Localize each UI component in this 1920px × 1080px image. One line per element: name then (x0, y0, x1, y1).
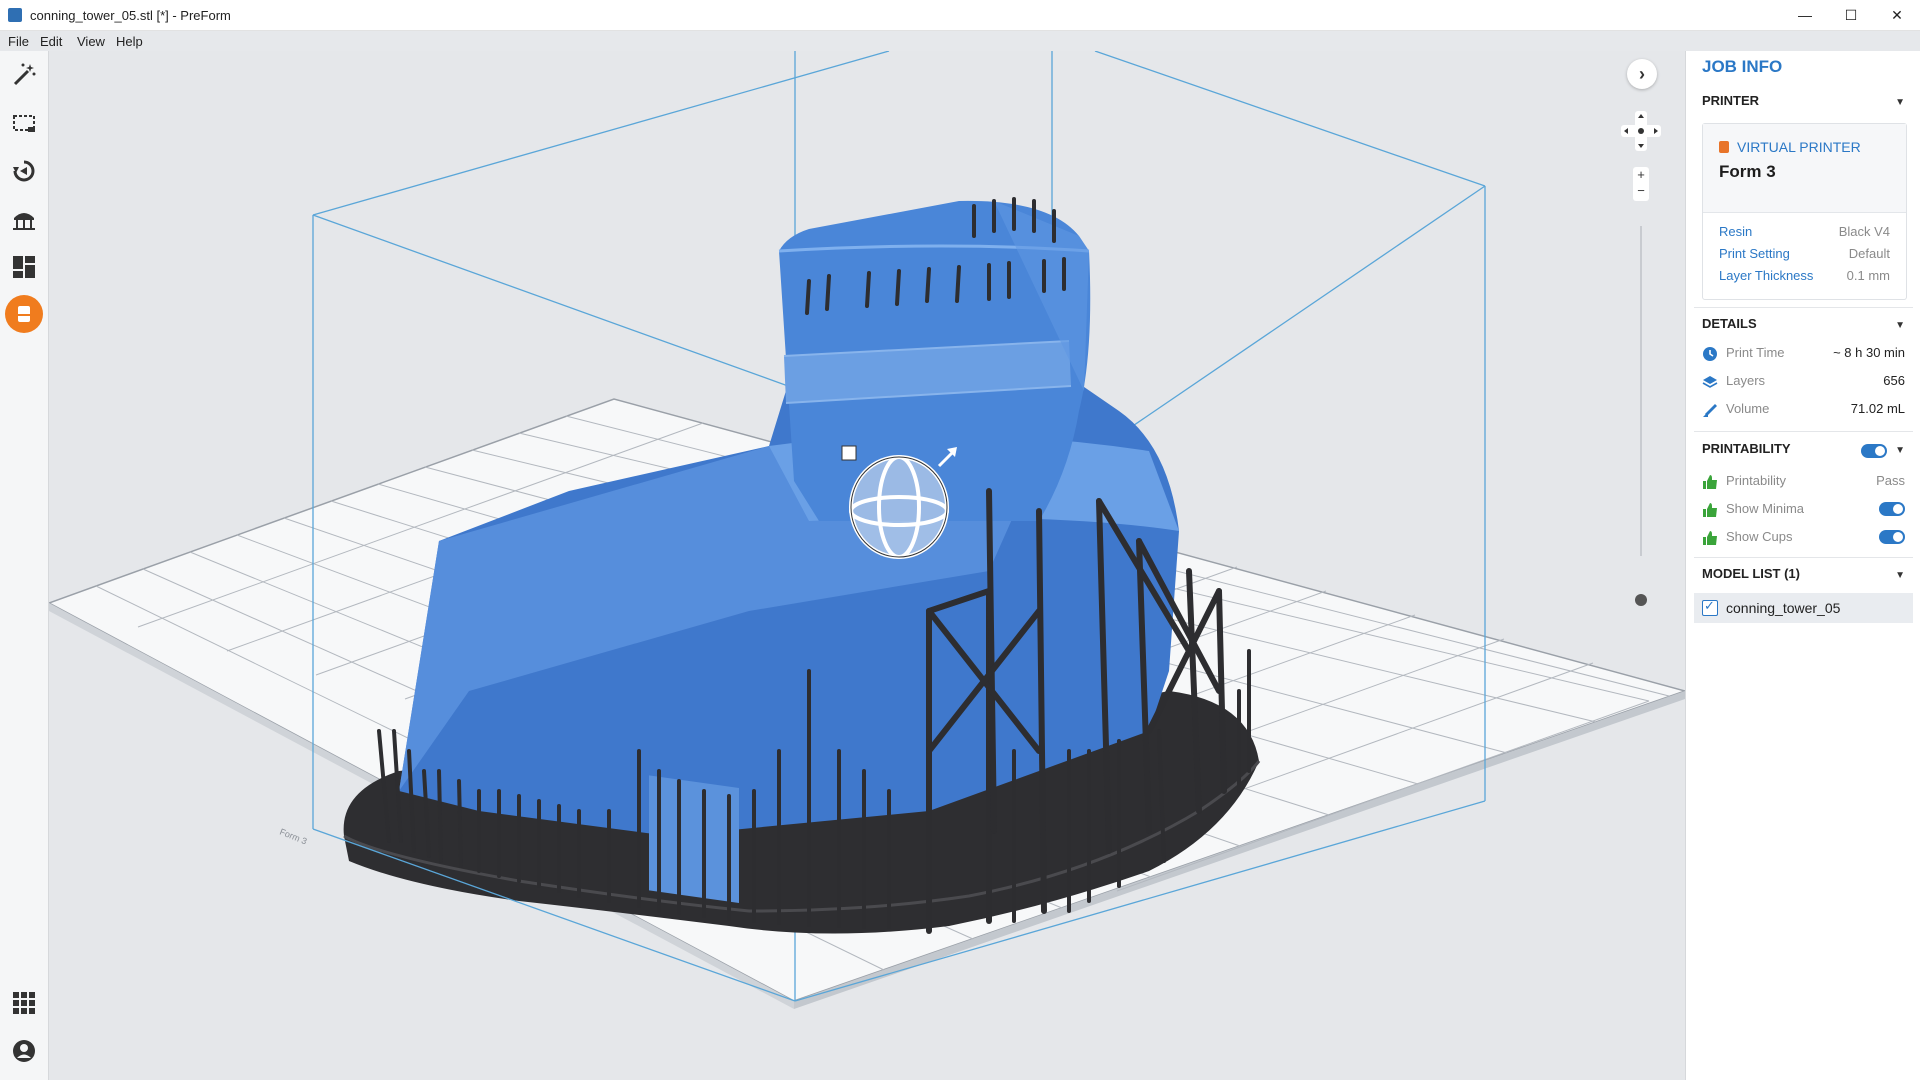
virtual-printer-icon (1719, 141, 1729, 153)
layout-icon[interactable] (8, 251, 40, 283)
magic-wand-icon[interactable] (8, 59, 40, 91)
layer-slider-handle[interactable] (1635, 594, 1647, 606)
left-toolbar (0, 51, 49, 1080)
select-icon[interactable] (8, 107, 40, 139)
model-list-section-header[interactable]: MODEL LIST (1) (1702, 566, 1800, 581)
volume-icon (1703, 404, 1717, 417)
show-cups-row: Show Cups (1702, 529, 1905, 547)
model-item-label: conning_tower_05 (1726, 600, 1841, 616)
zoom-control[interactable]: + − (1633, 167, 1649, 201)
print-setting-label: Print Setting (1719, 246, 1790, 261)
menu-file[interactable]: File (8, 34, 29, 49)
resin-label: Resin (1719, 224, 1753, 239)
maximize-button[interactable]: ☐ (1828, 0, 1874, 30)
panel-title: JOB INFO (1702, 57, 1783, 76)
minimize-button[interactable]: — (1782, 0, 1828, 30)
account-icon[interactable] (8, 1035, 40, 1067)
volume-row: Volume 71.02 mL (1702, 401, 1905, 419)
details-caret-icon[interactable]: ▼ (1895, 320, 1905, 331)
divider (1694, 557, 1913, 558)
menu-bar: File Edit View Help (0, 31, 160, 51)
printability-label: Printability (1726, 473, 1786, 488)
show-cups-toggle[interactable] (1879, 530, 1905, 544)
resin-row: Resin Black V4 (1719, 224, 1890, 239)
divider (1694, 431, 1913, 432)
divider (1694, 307, 1913, 308)
clock-icon (1703, 347, 1717, 361)
volume-value: 71.02 mL (1850, 401, 1905, 416)
3d-viewport[interactable]: Form 3 › + − (49, 51, 1685, 1080)
layers-value: 656 (1883, 373, 1905, 388)
printer-model: Form 3 (1719, 162, 1776, 181)
print-time-label: Print Time (1726, 345, 1785, 360)
model-list-caret-icon[interactable]: ▼ (1895, 570, 1905, 581)
pan-control[interactable] (1621, 111, 1661, 151)
printer-card[interactable]: VIRTUAL PRINTER Form 3 Resin Black V4 Pr… (1702, 123, 1907, 300)
title-bar: conning_tower_05.stl [*] - PreForm — ☐ ✕ (0, 0, 1920, 31)
job-info-panel: JOB INFO PRINTER ▼ VIRTUAL PRINTER Form … (1685, 51, 1920, 1080)
printability-section-header[interactable]: PRINTABILITY (1702, 441, 1791, 456)
menu-view[interactable]: View (77, 34, 105, 49)
print-time-row: Print Time ~ 8 h 30 min (1702, 345, 1905, 363)
show-minima-toggle[interactable] (1879, 502, 1905, 516)
thumbs-up-icon (1703, 503, 1717, 517)
layer-thickness-row: Layer Thickness 0.1 mm (1719, 268, 1890, 283)
details-section-header[interactable]: DETAILS (1702, 316, 1757, 331)
printer-section-header[interactable]: PRINTER (1702, 93, 1759, 108)
printer-caret-icon[interactable]: ▼ (1895, 97, 1905, 108)
printability-caret-icon[interactable]: ▼ (1895, 445, 1905, 456)
apps-grid-icon[interactable] (8, 987, 40, 1019)
resin-value: Black V4 (1838, 224, 1890, 239)
print-setting-value: Default (1848, 246, 1890, 261)
app-icon (8, 8, 22, 22)
orientation-icon[interactable] (8, 155, 40, 187)
print-time-value: ~ 8 h 30 min (1833, 345, 1905, 360)
close-button[interactable]: ✕ (1874, 0, 1920, 30)
menu-help[interactable]: Help (116, 34, 143, 49)
supports-icon[interactable] (8, 203, 40, 235)
layer-slider-track[interactable] (1640, 226, 1642, 556)
thumbs-up-icon (1703, 531, 1717, 545)
volume-label: Volume (1726, 401, 1770, 416)
printer-icon[interactable] (5, 295, 43, 333)
menu-edit[interactable]: Edit (40, 34, 62, 49)
layers-icon (1702, 376, 1718, 388)
print-setting-row: Print Setting Default (1719, 246, 1890, 261)
layer-thickness-label: Layer Thickness (1719, 268, 1814, 283)
thumbs-up-icon (1703, 475, 1717, 489)
printability-master-toggle[interactable] (1861, 443, 1887, 458)
printer-type: VIRTUAL PRINTER (1737, 139, 1861, 155)
build-scene: Form 3 (49, 51, 1685, 1009)
show-minima-row: Show Minima (1702, 501, 1905, 519)
layers-label: Layers (1726, 373, 1766, 388)
printability-row: Printability Pass (1702, 473, 1905, 491)
show-minima-label: Show Minima (1726, 501, 1805, 516)
show-cups-label: Show Cups (1726, 529, 1793, 544)
window-title: conning_tower_05.stl [*] - PreForm (30, 8, 231, 23)
layer-thickness-value: 0.1 mm (1846, 268, 1890, 283)
printability-value: Pass (1876, 473, 1905, 488)
model-checkbox[interactable] (1702, 598, 1718, 616)
expand-panel-icon[interactable]: › (1627, 59, 1657, 89)
plate-label: Form 3 (278, 827, 308, 847)
model-list-item[interactable]: conning_tower_05 (1694, 593, 1913, 623)
layers-row: Layers 656 (1702, 373, 1905, 391)
